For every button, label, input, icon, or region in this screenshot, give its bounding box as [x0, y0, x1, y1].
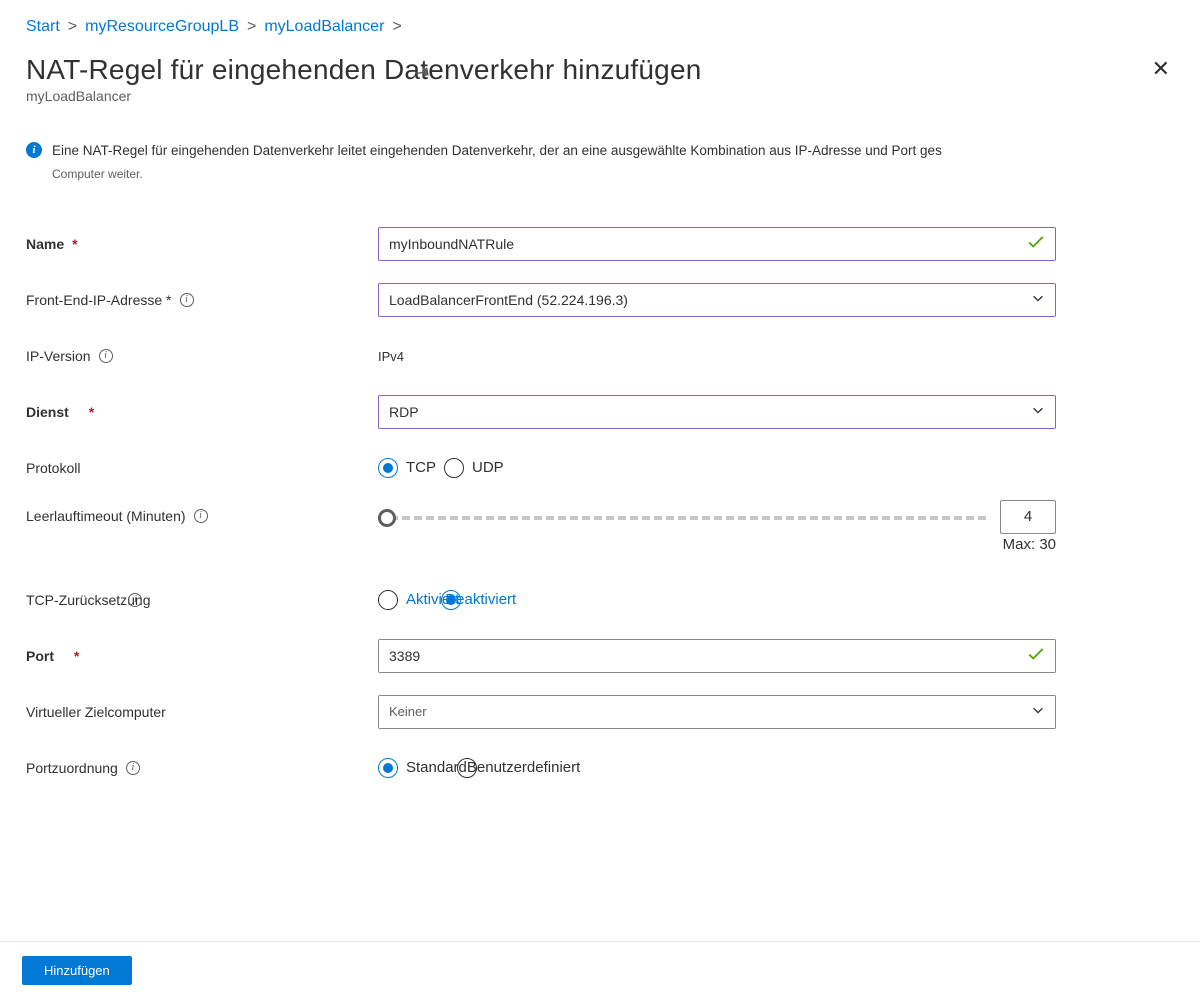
protocol-label: Protokoll: [26, 460, 378, 476]
chevron-down-icon: [1031, 403, 1045, 420]
tcpreset-label: TCP-Zurücksetzung i: [26, 592, 378, 608]
port-label: Port *: [26, 648, 378, 664]
service-dropdown[interactable]: RDP: [378, 395, 1056, 429]
chevron-right-icon: >: [392, 18, 401, 36]
name-label: Name*: [26, 236, 378, 252]
idle-max: Max: 30: [1003, 536, 1056, 553]
form: Name* Front-End-IP-Adresse * i LoadBalan…: [26, 216, 1174, 796]
add-button[interactable]: Hinzufügen: [22, 956, 132, 985]
page-title: NAT-Regel für eingehenden Datenverkehr h…: [26, 54, 701, 86]
ipversion-label: IP-Version i: [26, 348, 378, 364]
frontend-dropdown[interactable]: LoadBalancerFrontEnd (52.224.196.3): [378, 283, 1056, 317]
chevron-down-icon: [1031, 703, 1045, 720]
portmap-label: Portzuordnung i: [26, 760, 378, 776]
info-icon: i: [26, 142, 42, 158]
tcpreset-disabled-radio[interactable]: Deaktiviert: [441, 590, 522, 610]
help-icon[interactable]: i: [126, 761, 140, 775]
info-bar: i Eine NAT-Regel für eingehenden Datenve…: [26, 140, 1174, 186]
check-icon: [1027, 645, 1045, 666]
frontend-label: Front-End-IP-Adresse * i: [26, 292, 378, 308]
breadcrumb: Start > myResourceGroupLB > myLoadBalanc…: [26, 18, 1174, 36]
breadcrumb-start[interactable]: Start: [26, 18, 60, 36]
close-icon[interactable]: ✕: [1148, 54, 1174, 84]
targetvm-label: Virtueller Zielcomputer: [26, 704, 378, 720]
help-icon[interactable]: i: [99, 349, 113, 363]
page-subtitle: myLoadBalancer: [26, 88, 701, 104]
info-text-line2: Computer weiter.: [52, 167, 143, 181]
name-input[interactable]: [378, 227, 1056, 261]
check-icon: [1027, 233, 1045, 254]
targetvm-dropdown[interactable]: Keiner: [378, 695, 1056, 729]
chevron-right-icon: >: [247, 18, 256, 36]
help-icon[interactable]: i: [194, 509, 208, 523]
chevron-down-icon: [1031, 291, 1045, 308]
port-input[interactable]: [378, 639, 1056, 673]
breadcrumb-resource[interactable]: myLoadBalancer: [264, 18, 384, 36]
protocol-tcp-radio[interactable]: TCP: [378, 458, 442, 478]
service-label: Dienst *: [26, 404, 378, 420]
protocol-udp-radio[interactable]: UDP: [444, 458, 510, 478]
portmap-custom-radio[interactable]: Benutzerdefiniert: [457, 758, 586, 778]
breadcrumb-group[interactable]: myResourceGroupLB: [85, 18, 239, 36]
idle-slider[interactable]: [378, 506, 986, 530]
idle-value[interactable]: 4: [1000, 500, 1056, 534]
slider-thumb-icon[interactable]: [378, 509, 396, 527]
footer: Hinzufügen: [0, 941, 1200, 999]
chevron-right-icon: >: [68, 18, 77, 36]
info-text-line1: Eine NAT-Regel für eingehenden Datenverk…: [52, 143, 942, 158]
help-icon[interactable]: i: [180, 293, 194, 307]
ipversion-value: IPv4: [378, 349, 404, 364]
idle-label: Leerlauftimeout (Minuten) i: [26, 500, 378, 524]
